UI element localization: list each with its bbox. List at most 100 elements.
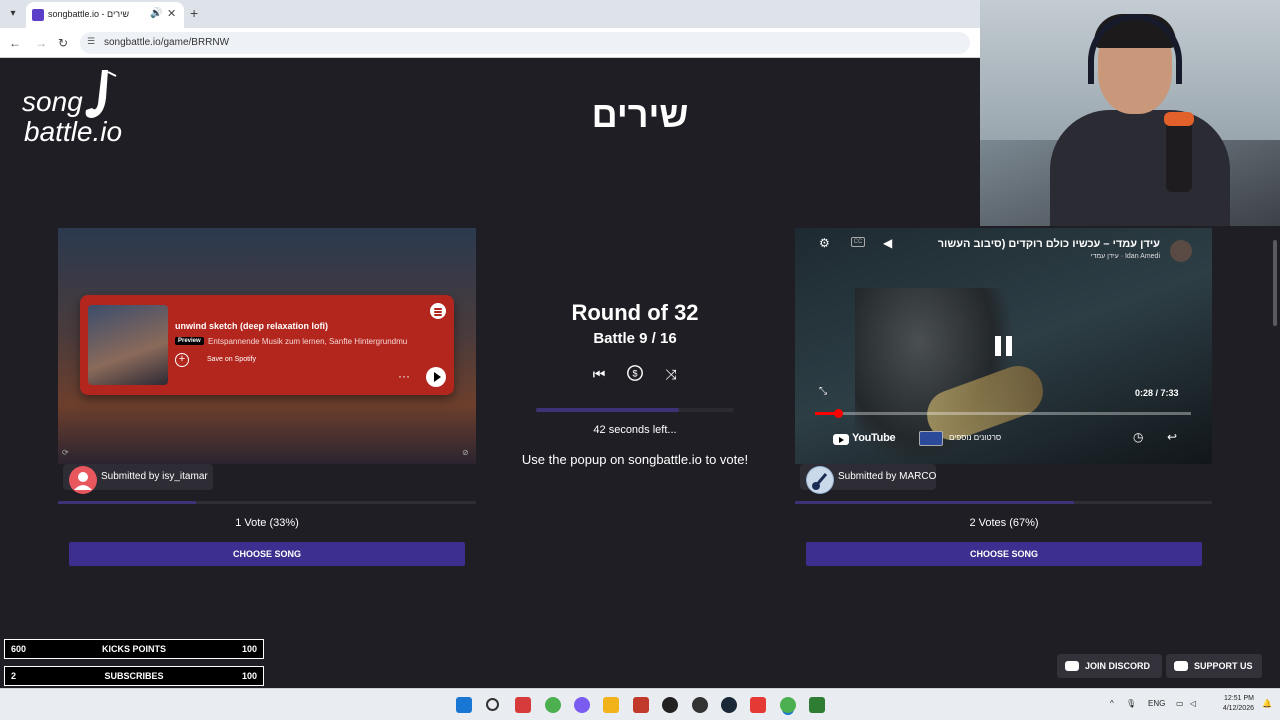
start-windows-icon[interactable] bbox=[456, 697, 472, 713]
page-scrollbar[interactable] bbox=[1270, 226, 1280, 688]
scrollbar-thumb[interactable] bbox=[1273, 240, 1277, 326]
reload-icon[interactable]: ↻ bbox=[54, 34, 72, 52]
share-icon[interactable]: ↩ bbox=[1167, 430, 1177, 444]
join-discord-label: JOIN DISCORD bbox=[1085, 661, 1151, 671]
new-tab-icon[interactable]: + bbox=[190, 5, 198, 21]
pause-icon[interactable] bbox=[995, 336, 1013, 356]
tray-mic-icon[interactable]: 🎙 bbox=[1126, 699, 1136, 708]
fullscreen-icon[interactable]: ⤡ bbox=[819, 386, 827, 397]
subscribes-label: SUBSCRIBES bbox=[104, 671, 164, 681]
subscribes-box: 2 SUBSCRIBES 100 bbox=[4, 666, 264, 686]
volume-icon[interactable]: ◀ bbox=[883, 236, 892, 250]
video-progress-bar[interactable] bbox=[815, 409, 1191, 418]
speaker-icon[interactable]: ◁ bbox=[1190, 699, 1196, 708]
left-song-player[interactable]: unwind sketch (deep relaxation lofi) Pre… bbox=[58, 228, 476, 464]
right-vote-count: 2 Votes (67%) bbox=[969, 517, 1039, 529]
obs-icon[interactable] bbox=[692, 697, 708, 713]
video-channel: עידן עמדי · Idan Amedi bbox=[1090, 253, 1160, 260]
taskbar-app-g-icon[interactable] bbox=[662, 697, 678, 713]
logo-text-battle: battle.io bbox=[24, 116, 123, 147]
spotify-play-button[interactable] bbox=[426, 367, 446, 387]
tab-audio-icon[interactable]: 🔊 bbox=[150, 8, 162, 19]
album-art bbox=[88, 305, 168, 385]
left-submitter: Submitted by isy_itamar bbox=[63, 464, 213, 494]
captions-icon[interactable]: CC bbox=[851, 237, 865, 247]
coin-glyph: $ bbox=[627, 365, 643, 381]
browser-tab-bar: ▾ songbattle.io - שירים 🔊 ✕ + bbox=[0, 0, 980, 28]
right-submitted-by: Submitted by MARCO bbox=[838, 471, 937, 482]
right-submitter: Submitted by MARCO bbox=[800, 464, 937, 494]
tab-search-dropdown-icon[interactable]: ▾ bbox=[6, 7, 20, 21]
page-title: שירים bbox=[591, 94, 689, 135]
kicks-points-goal: 100 bbox=[241, 644, 257, 654]
discord-icon bbox=[1065, 661, 1079, 671]
taskbar-app-a-icon[interactable] bbox=[750, 697, 766, 713]
webcam-overlay bbox=[980, 0, 1280, 226]
subscribes-goal: 100 bbox=[241, 671, 257, 681]
right-song-player[interactable]: ⚙ CC ◀ עידן עמדי – עכשיו כולם רוקדים (סי… bbox=[795, 228, 1212, 464]
youtube-logo-text[interactable]: YouTube bbox=[852, 432, 896, 444]
previous-icon[interactable]: ⏮ bbox=[589, 364, 609, 384]
hide-icon[interactable]: ⊘ bbox=[462, 448, 469, 457]
channel-avatar[interactable] bbox=[1170, 240, 1192, 262]
chrome-icon[interactable] bbox=[545, 697, 561, 713]
url-input[interactable]: ☰ songbattle.io/game/BRRNW bbox=[80, 32, 970, 54]
guitarist-avatar-icon bbox=[807, 467, 833, 493]
search-icon[interactable] bbox=[486, 698, 499, 711]
windows-taskbar: ^ 🎙 ENG ▭ ◁ 12:51 PM 4/12/2026 🔔 bbox=[0, 688, 1280, 720]
chrome-active-icon[interactable] bbox=[780, 697, 796, 713]
taskbar-app-red-icon[interactable] bbox=[515, 697, 531, 713]
save-plus-icon[interactable]: + bbox=[175, 353, 189, 367]
right-choose-song-button[interactable]: CHOOSE SONG bbox=[806, 542, 1202, 566]
kicks-points-label: KICKS POINTS bbox=[101, 644, 166, 654]
tab-close-icon[interactable]: ✕ bbox=[167, 7, 176, 20]
steam-icon[interactable] bbox=[721, 697, 737, 713]
left-submitter-avatar bbox=[69, 466, 97, 494]
file-explorer-icon[interactable] bbox=[603, 697, 619, 713]
more-videos-label[interactable]: סרטונים נוספים bbox=[949, 433, 1001, 442]
more-options-icon[interactable]: ··· bbox=[398, 369, 410, 383]
watch-later-icon[interactable]: ◷ bbox=[1133, 430, 1143, 444]
support-us-button[interactable]: SUPPORT US bbox=[1166, 654, 1262, 678]
tray-chevron-icon[interactable]: ^ bbox=[1110, 699, 1114, 708]
refresh-icon[interactable]: ⟳ bbox=[62, 448, 69, 457]
forward-icon[interactable]: → bbox=[32, 34, 50, 52]
discord-taskbar-icon[interactable] bbox=[574, 697, 590, 713]
spotify-logo-icon[interactable] bbox=[430, 303, 446, 319]
timer-bar bbox=[536, 408, 734, 412]
timer-bar-fill bbox=[536, 408, 679, 412]
save-on-spotify-link[interactable]: Save on Spotify bbox=[207, 356, 256, 363]
related-video-thumbnail[interactable] bbox=[919, 431, 943, 446]
left-vote-bar bbox=[58, 501, 476, 504]
notepad-icon[interactable] bbox=[809, 697, 825, 713]
left-vote-bar-fill bbox=[58, 501, 196, 504]
taskbar-clock[interactable]: 12:51 PM 4/12/2026 bbox=[1208, 694, 1254, 714]
url-text: songbattle.io/game/BRRNW bbox=[104, 37, 230, 48]
join-discord-button[interactable]: JOIN DISCORD bbox=[1057, 654, 1162, 678]
back-icon[interactable]: ← bbox=[6, 34, 24, 52]
clock-date: 4/12/2026 bbox=[1222, 705, 1254, 712]
shuffle-icon[interactable]: ⤨ bbox=[661, 364, 681, 384]
video-progress-knob[interactable] bbox=[834, 409, 844, 418]
support-us-label: SUPPORT US bbox=[1194, 661, 1253, 671]
left-choose-song-button[interactable]: CHOOSE SONG bbox=[69, 542, 465, 566]
songbattle-logo[interactable]: song battle.io bbox=[20, 68, 140, 148]
kicks-points-box: 600 KICKS POINTS 100 bbox=[4, 639, 264, 659]
coin-icon[interactable]: $ bbox=[625, 364, 645, 384]
network-icon[interactable]: ▭ bbox=[1176, 699, 1184, 708]
site-info-icon[interactable]: ☰ bbox=[87, 36, 95, 47]
left-vote-count: 1 Vote (33%) bbox=[235, 517, 299, 529]
browser-tab[interactable]: songbattle.io - שירים 🔊 ✕ bbox=[26, 2, 184, 28]
coffee-icon bbox=[1174, 661, 1188, 671]
video-title[interactable]: עידן עמדי – עכשיו כולם רוקדים (סיבוב העש… bbox=[915, 238, 1160, 250]
youtube-logo-icon[interactable] bbox=[833, 434, 849, 445]
settings-gear-icon[interactable]: ⚙ bbox=[819, 236, 830, 250]
notification-bell-icon[interactable]: 🔔 bbox=[1262, 699, 1272, 708]
battle-label: Battle 9 / 16 bbox=[593, 330, 677, 347]
taskbar-app-dark-red-icon[interactable] bbox=[633, 697, 649, 713]
spotify-track-title[interactable]: unwind sketch (deep relaxation lofi) bbox=[175, 321, 328, 331]
language-indicator[interactable]: ENG bbox=[1148, 699, 1165, 708]
spotify-embed[interactable]: unwind sketch (deep relaxation lofi) Pre… bbox=[80, 295, 454, 395]
round-label: Round of 32 bbox=[571, 300, 699, 325]
left-submitted-by: Submitted by isy_itamar bbox=[101, 471, 208, 482]
